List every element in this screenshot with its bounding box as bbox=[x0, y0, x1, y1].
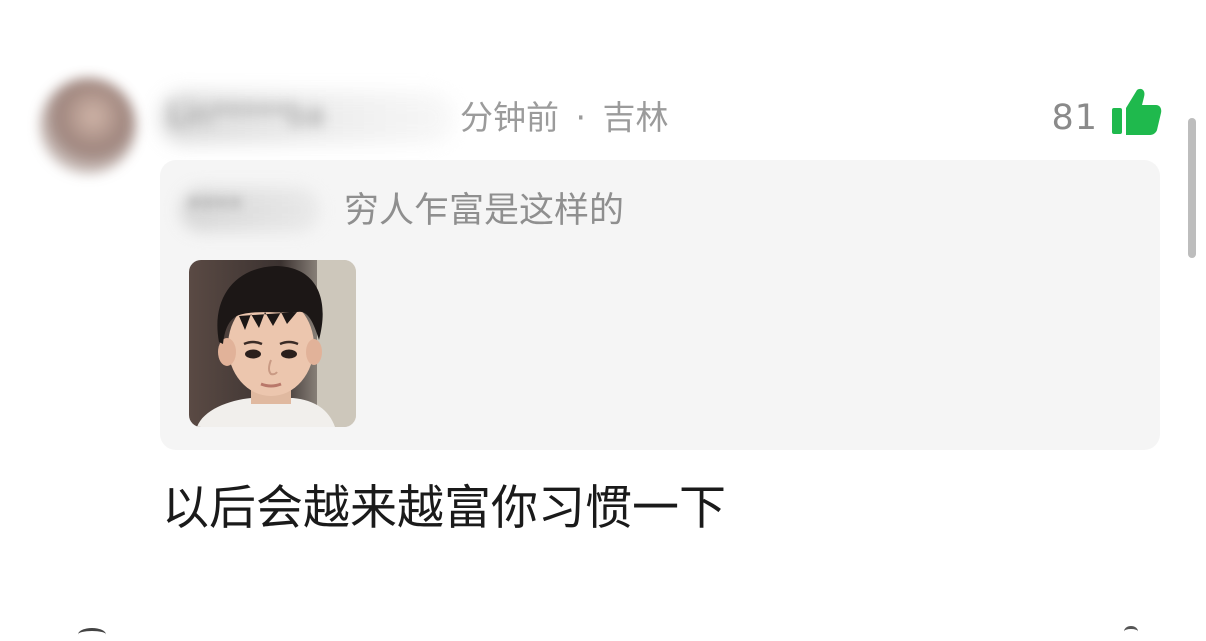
commenter-username[interactable]: Lin*****ba bbox=[168, 98, 325, 133]
meta-separator: · bbox=[575, 98, 587, 137]
comment-time: 分钟前 bbox=[460, 98, 559, 137]
comment-body: 以后会越来越富你习惯一下 bbox=[162, 481, 726, 536]
boy-portrait-photo bbox=[189, 260, 356, 427]
quoted-username: **** bbox=[188, 192, 242, 223]
like-count: 81 bbox=[1051, 98, 1098, 138]
commenter-avatar[interactable] bbox=[40, 78, 136, 174]
next-avatar-edge bbox=[78, 628, 106, 641]
quoted-image[interactable] bbox=[189, 260, 356, 427]
quoted-comment-text: 穷人乍富是这样的 bbox=[344, 191, 625, 231]
scrollbar[interactable] bbox=[1188, 118, 1196, 258]
comment-location: 吉林 bbox=[602, 98, 669, 137]
thumbs-up-icon[interactable] bbox=[1110, 86, 1162, 138]
comment-meta: 分钟前 · 吉林 bbox=[460, 96, 669, 140]
